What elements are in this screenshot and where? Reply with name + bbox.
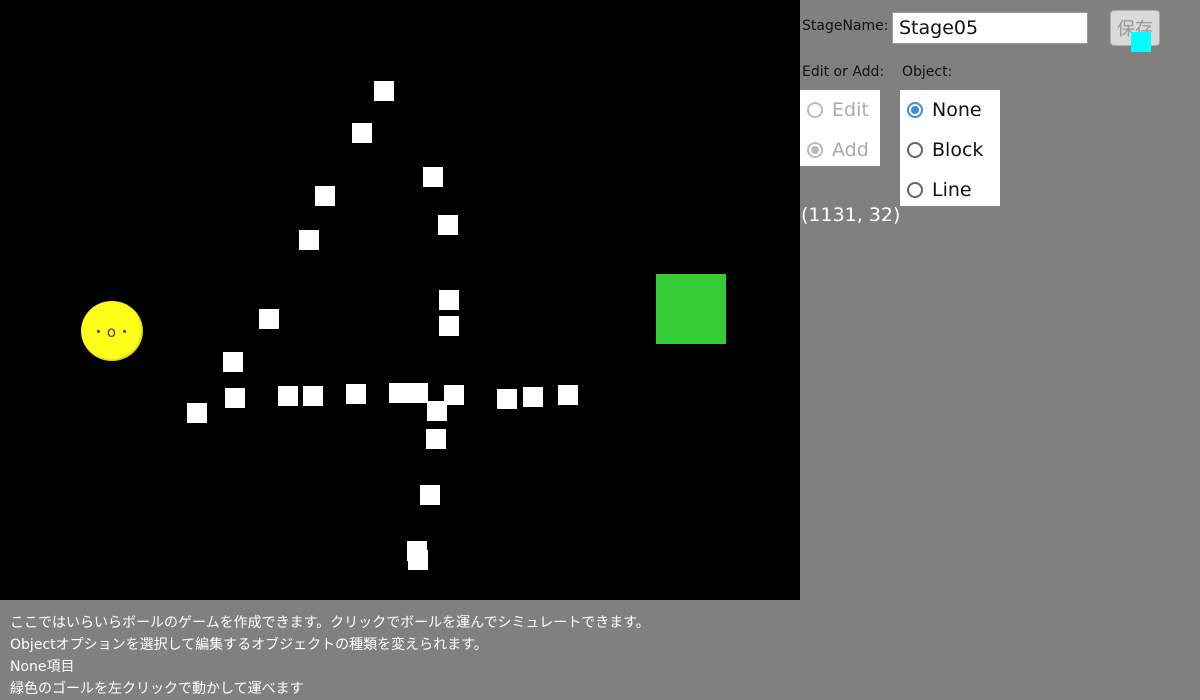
object-label: Object:	[902, 64, 953, 80]
block[interactable]	[439, 290, 459, 310]
edit-or-add-radio-group: Edit Add	[800, 90, 880, 166]
block[interactable]	[408, 383, 428, 403]
help-line: Objectオプションを選択して編集するオブジェクトの種類を変えられます。	[10, 637, 488, 653]
stage-name-label: StageName:	[802, 18, 889, 34]
object-radio-group: None Block Line	[900, 90, 1000, 206]
block[interactable]	[497, 389, 517, 409]
ball-face: ・o・	[90, 322, 134, 341]
block[interactable]	[299, 230, 319, 250]
block[interactable]	[408, 550, 428, 570]
block[interactable]	[223, 352, 243, 372]
block[interactable]	[439, 316, 459, 336]
block[interactable]	[420, 485, 440, 505]
ball[interactable]: ・o・	[81, 301, 143, 361]
block[interactable]	[426, 429, 446, 449]
radio-button-checked-icon	[907, 102, 923, 118]
cursor-coordinates: (1131, 32)	[801, 204, 901, 226]
block[interactable]	[346, 384, 366, 404]
radio-button-icon	[907, 142, 923, 158]
game-canvas[interactable]: ・o・	[0, 0, 800, 600]
radio-label: Edit	[832, 99, 869, 121]
radio-label: None	[932, 99, 982, 121]
radio-button-icon	[807, 102, 823, 118]
radio-none[interactable]: None	[900, 90, 1000, 130]
radio-label: Block	[932, 139, 984, 161]
block[interactable]	[374, 81, 394, 101]
cursor-marker	[1131, 32, 1151, 52]
help-line: ここではいらいらボールのゲームを作成できます。クリックでボールを運んでシミュレー…	[10, 615, 650, 631]
help-text: ここではいらいらボールのゲームを作成できます。クリックでボールを運んでシミュレー…	[10, 612, 650, 700]
help-line: 緑色のゴールを左クリックで動かして運べます	[10, 681, 304, 697]
radio-block[interactable]: Block	[900, 130, 1000, 170]
block[interactable]	[423, 167, 443, 187]
radio-edit[interactable]: Edit	[800, 90, 880, 130]
block[interactable]	[315, 186, 335, 206]
radio-label: Line	[932, 179, 972, 201]
block[interactable]	[558, 385, 578, 405]
block[interactable]	[444, 385, 464, 405]
block[interactable]	[523, 387, 543, 407]
block[interactable]	[187, 403, 207, 423]
stage-name-input[interactable]	[892, 12, 1088, 44]
block[interactable]	[438, 215, 458, 235]
radio-button-icon	[907, 182, 923, 198]
block[interactable]	[259, 309, 279, 329]
goal[interactable]	[656, 274, 726, 344]
radio-line[interactable]: Line	[900, 170, 1000, 210]
block[interactable]	[225, 388, 245, 408]
radio-button-checked-icon	[807, 142, 823, 158]
block[interactable]	[352, 123, 372, 143]
radio-label: Add	[832, 139, 869, 161]
edit-or-add-label: Edit or Add:	[802, 64, 885, 80]
block[interactable]	[427, 401, 447, 421]
help-line: None項目	[10, 659, 75, 675]
block[interactable]	[303, 386, 323, 406]
block[interactable]	[278, 386, 298, 406]
radio-add[interactable]: Add	[800, 130, 880, 170]
block[interactable]	[389, 383, 409, 403]
